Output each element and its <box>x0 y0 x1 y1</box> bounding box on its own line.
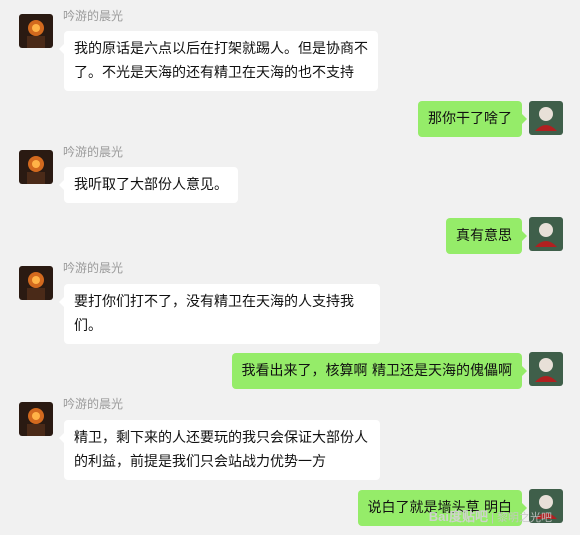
sender-name: 吟游的晨光 <box>63 9 124 23</box>
sender-avatar[interactable] <box>19 402 53 436</box>
message-bubble-outgoing[interactable]: 真有意思 <box>446 218 527 254</box>
baidu-tieba-watermark: Bai度贴吧 | 黎明之光吧 <box>429 506 552 525</box>
message-bubble-incoming[interactable]: 精卫，剩下来的人还要玩的我只会保证大部份人的利益，前提是我们只会站战力优势一方 <box>59 420 380 480</box>
self-avatar[interactable] <box>529 217 563 251</box>
message-bubble-incoming[interactable]: 要打你们打不了，没有精卫在天海的人支持我们。 <box>59 284 380 344</box>
message-bubble-outgoing[interactable]: 那你干了啥了 <box>418 101 527 137</box>
sender-avatar[interactable] <box>19 14 53 48</box>
sender-name: 吟游的晨光 <box>63 397 124 411</box>
watermark-divider: | <box>491 512 494 524</box>
self-avatar[interactable] <box>529 101 563 135</box>
self-avatar[interactable] <box>529 352 563 386</box>
message-bubble-incoming[interactable]: 我的原话是六点以后在打架就踢人。但是协商不了。不光是天海的还有精卫在天海的也不支… <box>59 31 378 91</box>
sender-avatar[interactable] <box>19 150 53 184</box>
sender-name: 吟游的晨光 <box>63 261 124 275</box>
message-bubble-outgoing[interactable]: 我看出来了，核算啊 精卫还是天海的傀儡啊 <box>231 353 528 389</box>
message-bubble-incoming[interactable]: 我听取了大部份人意见。 <box>59 167 238 203</box>
sender-name: 吟游的晨光 <box>63 145 124 159</box>
watermark-text: 黎明之光吧 <box>497 512 552 524</box>
sender-avatar[interactable] <box>19 266 53 300</box>
watermark-brand: Bai度贴吧 <box>428 509 489 524</box>
